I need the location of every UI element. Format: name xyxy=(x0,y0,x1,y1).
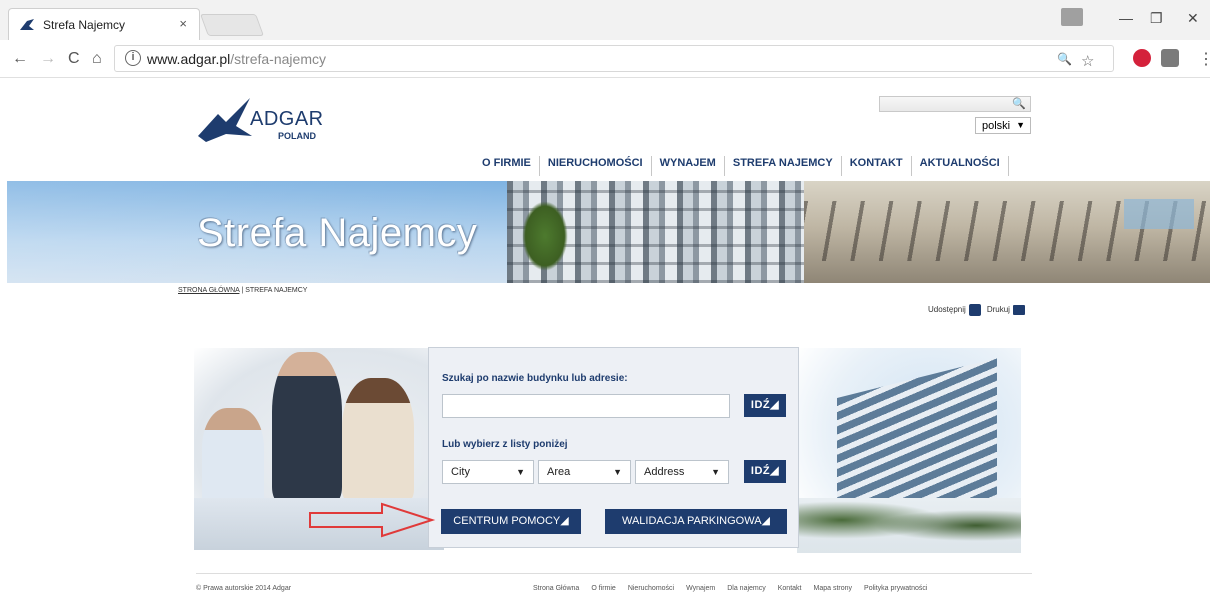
logo-word: ADGAR xyxy=(250,108,324,130)
building-search-input[interactable] xyxy=(442,394,730,418)
person-figure xyxy=(342,378,414,502)
print-label[interactable]: Drukuj xyxy=(987,305,1010,314)
office-building-image xyxy=(797,348,1021,553)
footer-link-privacy[interactable]: Polityka prywatności xyxy=(864,585,927,592)
nav-item-o-firmie[interactable]: O FIRMIE xyxy=(474,156,540,176)
adgar-logo-icon xyxy=(198,98,252,142)
pinterest-extension-icon[interactable] xyxy=(1133,49,1151,67)
main-navigation: O FIRMIE NIERUCHOMOŚCI WYNAJEM STREFA NA… xyxy=(474,156,1009,176)
zoom-icon[interactable]: 🔍 xyxy=(1057,52,1072,66)
url-path: /strefa-najemcy xyxy=(230,51,326,67)
tab-close-icon[interactable]: × xyxy=(179,16,187,31)
banner-tree-image xyxy=(522,201,568,271)
new-tab-button[interactable] xyxy=(199,14,265,36)
back-icon[interactable]: ← xyxy=(12,50,28,68)
search-by-name-label: Szukaj po nazwie budynku lub adresie: xyxy=(442,373,628,384)
list-go-button[interactable]: IDŹ◢ xyxy=(744,460,786,483)
choose-from-list-label: Lub wybierz z listy poniżej xyxy=(442,439,568,450)
share-tools: Udostępnij Drukuj xyxy=(928,304,1025,316)
footer-link-rent[interactable]: Wynajem xyxy=(686,585,715,592)
url-domain: www.adgar.pl xyxy=(147,51,231,67)
restore-icon[interactable]: ❐ xyxy=(1150,10,1163,27)
footer-divider xyxy=(196,573,1032,574)
address-select-value: Address xyxy=(644,466,685,478)
adgar-favicon-icon xyxy=(20,19,34,30)
address-select[interactable]: Address ▼ xyxy=(635,460,729,484)
banner-heading: Strefa Najemcy xyxy=(197,211,478,255)
logo-subtitle: POLAND xyxy=(278,131,316,141)
language-select[interactable]: polski ▼ xyxy=(975,117,1031,134)
building-trees xyxy=(797,498,1021,553)
footer-link-about[interactable]: O firmie xyxy=(591,585,616,592)
search-go-button[interactable]: IDŹ◢ xyxy=(744,394,786,417)
building-search-panel: Szukaj po nazwie budynku lub adresie: ID… xyxy=(428,347,799,548)
footer-navigation: Strona Główna O firmie Nieruchomości Wyn… xyxy=(533,585,939,592)
red-arrow-annotation xyxy=(309,502,436,538)
parking-validation-button[interactable]: WALIDACJA PARKINGOWA◢ xyxy=(605,509,787,534)
area-select-value: Area xyxy=(547,466,571,478)
nav-item-aktualnosci[interactable]: AKTUALNOŚCI xyxy=(912,156,1009,176)
breadcrumb: STRONA GŁÓWNA | STREFA NAJEMCY xyxy=(178,287,307,294)
chevron-down-icon: ▼ xyxy=(516,467,525,477)
browser-toolbar: ← → C ⌂ i www.adgar.pl/strefa-najemcy 🔍 … xyxy=(0,40,1210,78)
chevron-down-icon: ▼ xyxy=(613,467,622,477)
search-icon[interactable]: 🔍 xyxy=(1012,97,1026,110)
nav-item-wynajem[interactable]: WYNAJEM xyxy=(652,156,725,176)
language-value: polski xyxy=(982,120,1011,132)
address-bar[interactable]: i www.adgar.pl/strefa-najemcy 🔍 ☆ xyxy=(114,45,1114,72)
chevron-down-icon: ▼ xyxy=(1016,120,1025,130)
adgar-logo[interactable]: ADGAR POLAND xyxy=(196,96,326,144)
bookmark-star-icon[interactable]: ☆ xyxy=(1081,52,1094,70)
city-select-value: City xyxy=(451,466,470,478)
nav-item-strefa-najemcy[interactable]: STREFA NAJEMCY xyxy=(725,156,842,176)
footer-link-contact[interactable]: Kontakt xyxy=(778,585,802,592)
home-icon[interactable]: ⌂ xyxy=(92,50,102,68)
person-figure xyxy=(272,352,342,502)
footer-link-home[interactable]: Strona Główna xyxy=(533,585,579,592)
chevron-down-icon: ▼ xyxy=(711,467,720,477)
forward-icon[interactable]: → xyxy=(40,50,56,68)
nav-item-nieruchomosci[interactable]: NIERUCHOMOŚCI xyxy=(540,156,652,176)
share-icon[interactable] xyxy=(968,304,981,316)
browser-tab-strip: Strefa Najemcy × — ❐ ✕ xyxy=(0,0,1210,40)
area-select[interactable]: Area ▼ xyxy=(538,460,631,484)
minimize-icon[interactable]: — xyxy=(1119,10,1133,26)
nav-item-kontakt[interactable]: KONTAKT xyxy=(842,156,912,176)
banner-gym-image xyxy=(804,181,1210,283)
footer-link-properties[interactable]: Nieruchomości xyxy=(628,585,674,592)
breadcrumb-current: STREFA NAJEMCY xyxy=(245,287,308,294)
extension-icon[interactable] xyxy=(1161,49,1179,67)
breadcrumb-home-link[interactable]: STRONA GŁÓWNA xyxy=(178,287,239,294)
site-search-input[interactable]: 🔍 xyxy=(879,96,1031,112)
browser-tab[interactable]: Strefa Najemcy × xyxy=(8,8,200,40)
footer-link-tenants[interactable]: Dla najemcy xyxy=(727,585,766,592)
reload-icon[interactable]: C xyxy=(68,50,80,68)
browser-menu-icon[interactable]: ⋮ xyxy=(1198,49,1210,69)
footer-link-sitemap[interactable]: Mapa strony xyxy=(814,585,853,592)
help-center-button[interactable]: CENTRUM POMOCY◢ xyxy=(441,509,581,534)
print-icon[interactable] xyxy=(1012,305,1025,315)
tab-title: Strefa Najemcy xyxy=(43,18,126,32)
share-label[interactable]: Udostępnij xyxy=(928,305,966,314)
profile-icon[interactable] xyxy=(1061,8,1083,26)
city-select[interactable]: City ▼ xyxy=(442,460,534,484)
url-text: www.adgar.pl/strefa-najemcy xyxy=(147,51,326,67)
window-close-icon[interactable]: ✕ xyxy=(1187,10,1199,27)
footer-copyright: © Prawa autorskie 2014 Adgar xyxy=(196,585,292,592)
person-figure xyxy=(202,408,264,508)
hero-banner: Strefa Najemcy xyxy=(7,181,1210,283)
site-info-icon[interactable]: i xyxy=(125,50,141,66)
